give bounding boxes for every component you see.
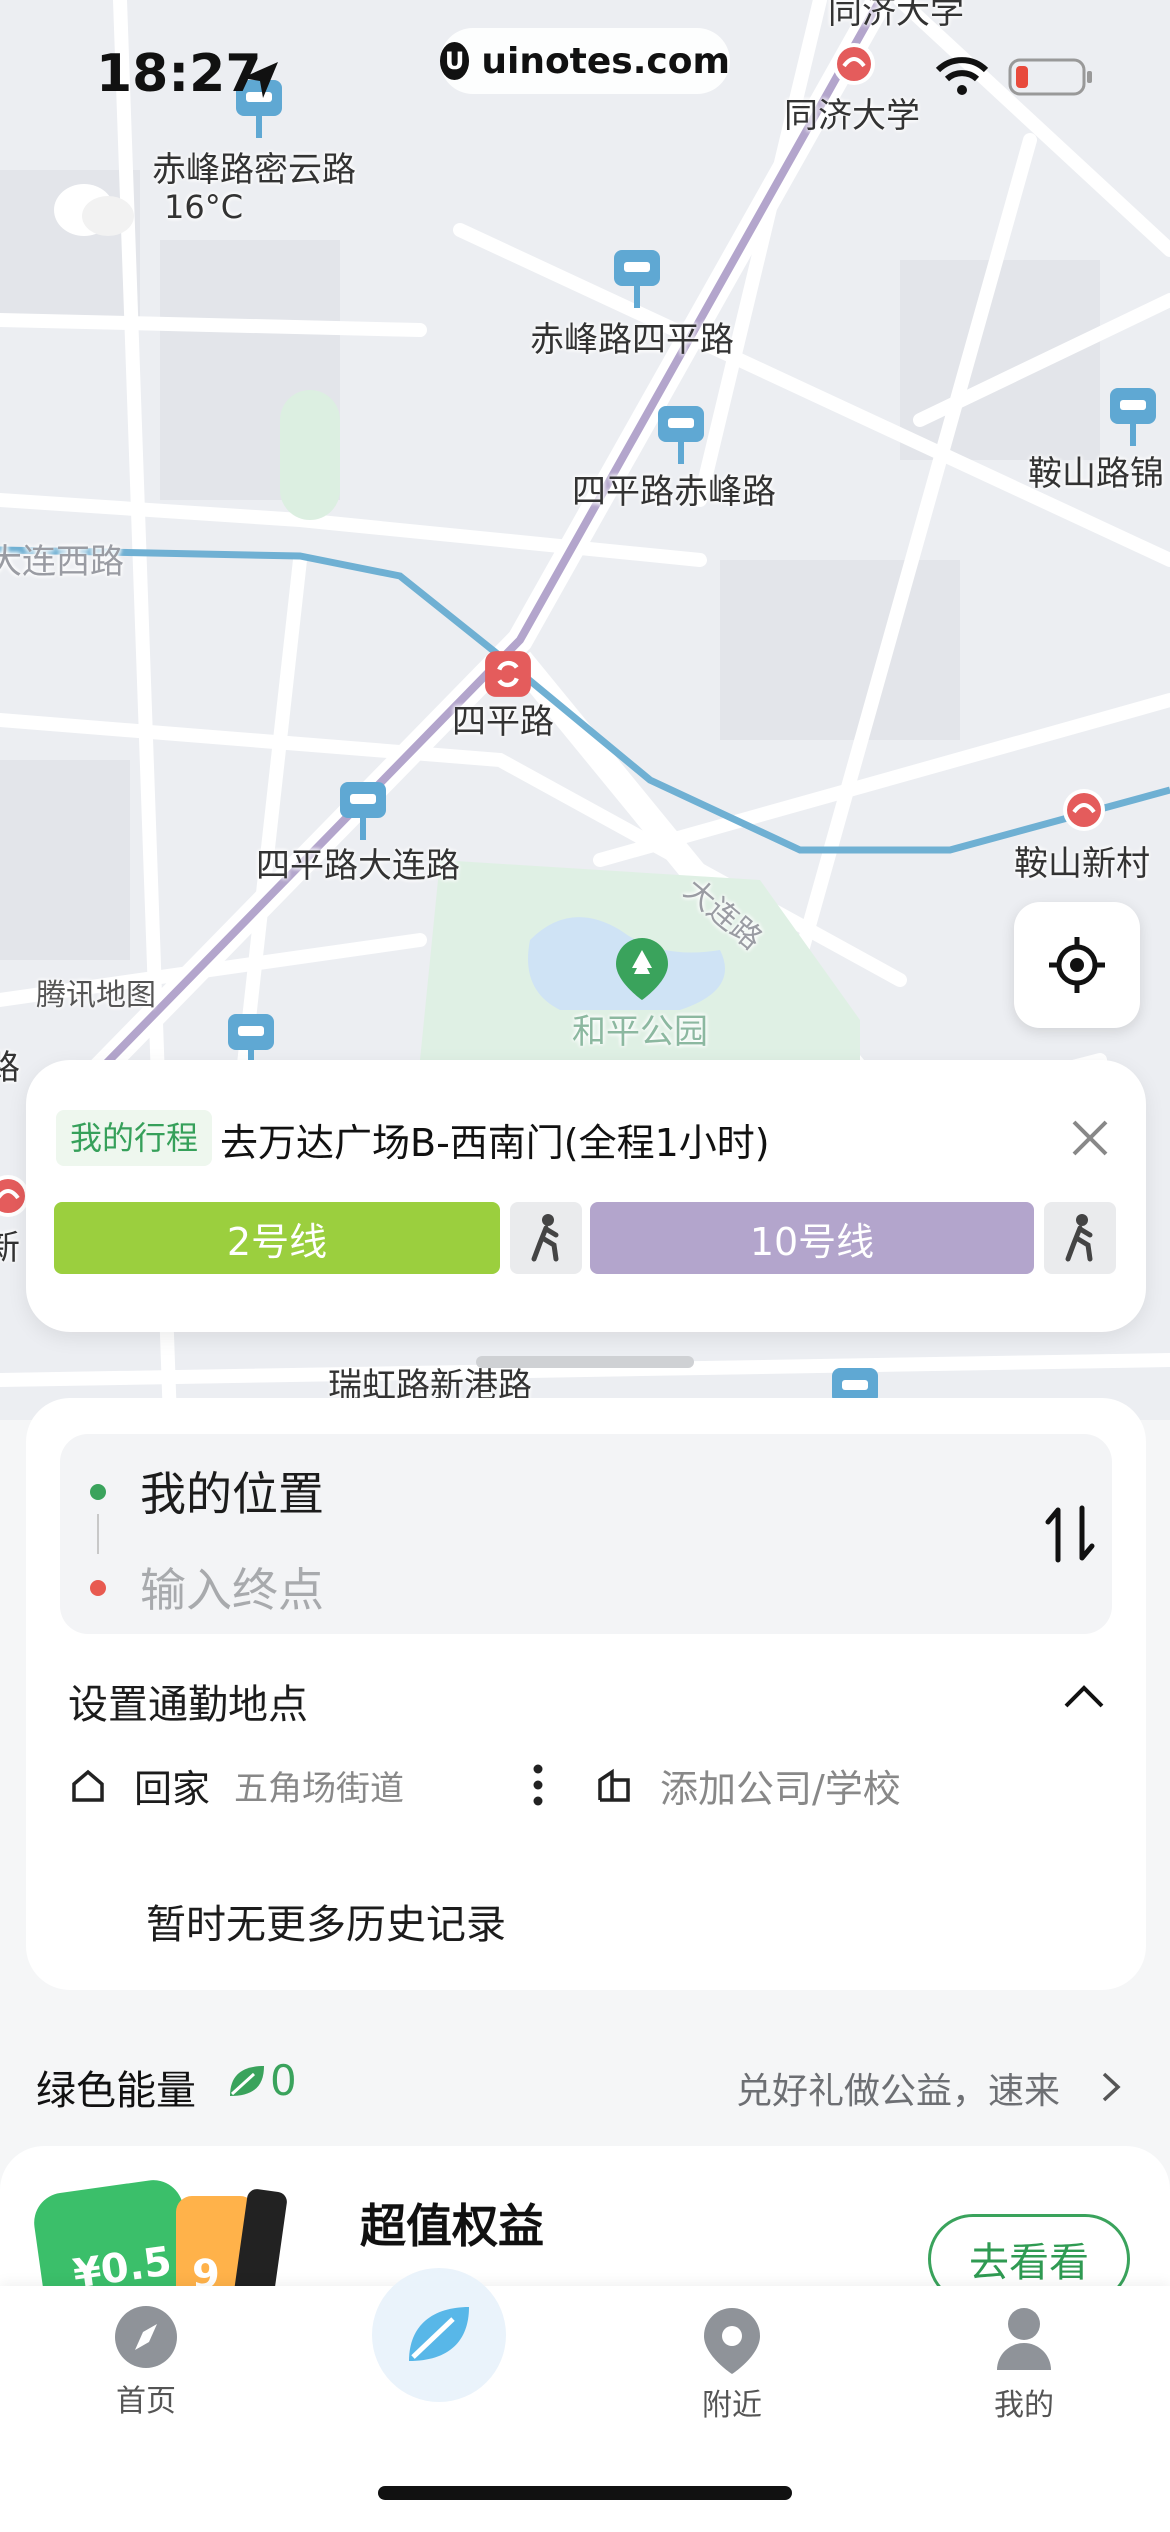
location-pin-icon xyxy=(704,2308,760,2374)
destination-input[interactable]: 输入终点 xyxy=(140,1554,324,1620)
home-address: 五角场街道 xyxy=(234,1769,405,1809)
trip-tag: 我的行程 xyxy=(56,1110,213,1166)
map-label: 新 xyxy=(0,1228,20,1268)
transfer-station-icon[interactable] xyxy=(484,650,532,698)
walk-icon xyxy=(1065,1214,1093,1262)
bus-stop-icon[interactable] xyxy=(338,780,388,842)
segment-line-2[interactable]: 2号线 xyxy=(54,1202,500,1274)
green-travel-button[interactable] xyxy=(372,2268,506,2402)
segment-line-10[interactable]: 10号线 xyxy=(590,1202,1034,1274)
location-arrow-icon xyxy=(242,62,278,98)
energy-count: 0 xyxy=(270,2056,297,2105)
energy-link[interactable]: 兑好礼做公益，速来 xyxy=(736,2062,1060,2114)
close-icon[interactable] xyxy=(1066,1114,1114,1162)
home-icon xyxy=(72,1769,104,1802)
history-empty: 暂时无更多历史记录 xyxy=(146,1902,506,1948)
chevron-up-icon[interactable] xyxy=(1062,1680,1106,1710)
more-icon[interactable] xyxy=(530,1762,546,1808)
drag-handle[interactable] xyxy=(476,1356,694,1368)
wifi-icon xyxy=(935,57,989,95)
work-label: 添加公司/学校 xyxy=(660,1767,901,1811)
watermark: Uuinotes.com xyxy=(440,28,730,94)
leaf-icon xyxy=(409,2307,469,2361)
map-label: 鞍山新村 xyxy=(1014,844,1150,884)
metro-station-icon[interactable] xyxy=(832,42,876,86)
weather-temp: 16°C xyxy=(164,188,244,226)
coupon-value: ¥0.5 xyxy=(70,2238,175,2286)
tab-mine[interactable]: 我的 xyxy=(944,2306,1104,2424)
tab-mine-label: 我的 xyxy=(994,2388,1054,2423)
origin-dot xyxy=(90,1484,106,1500)
swap-icon[interactable] xyxy=(1040,1502,1100,1566)
home-shortcut[interactable]: 回家 五角场街道 xyxy=(68,1758,404,1813)
walk-icon xyxy=(531,1214,559,1262)
promo-title: 超值权益 xyxy=(360,2199,544,2253)
commute-title: 设置通勤地点 xyxy=(68,1682,308,1728)
map-label: 路 xyxy=(0,1048,20,1088)
route-search-box: 我的位置 输入终点 xyxy=(60,1434,1112,1634)
tab-home[interactable]: 首页 xyxy=(66,2306,226,2420)
walk-segment xyxy=(510,1202,582,1274)
origin-field[interactable]: 我的位置 xyxy=(140,1458,324,1524)
search-panel: 我的位置 输入终点 设置通勤地点 回家 五角场街道 添加公司/学校 暂时无更多历… xyxy=(26,1398,1146,1990)
user-icon xyxy=(997,2308,1051,2370)
coupon-image: ¥0.5 xyxy=(30,2176,200,2286)
watermark-logo-icon: U xyxy=(440,42,470,80)
work-shortcut[interactable]: 添加公司/学校 xyxy=(594,1758,901,1813)
home-indicator[interactable] xyxy=(378,2486,792,2500)
map-label: 四平路大连路 xyxy=(256,846,460,886)
locate-button[interactable] xyxy=(1014,902,1140,1028)
destination-dot xyxy=(90,1580,106,1596)
tab-nearby[interactable]: 附近 xyxy=(652,2306,812,2424)
map-label: 四平路 xyxy=(452,702,554,742)
park-icon[interactable] xyxy=(612,936,672,1002)
bus-stop-icon[interactable] xyxy=(656,404,706,466)
cloud-icon xyxy=(54,184,134,236)
compass-icon xyxy=(115,2306,177,2368)
promo-view-button[interactable]: 去看看 xyxy=(928,2214,1130,2286)
green-energy-bar[interactable]: 绿色能量 0 兑好礼做公益，速来 xyxy=(0,2014,1170,2154)
promo-card[interactable]: ¥0.5 9 超值权益 去看看 xyxy=(0,2146,1170,2286)
tab-home-label: 首页 xyxy=(116,2384,176,2419)
chevron-right-icon xyxy=(1102,2072,1121,2102)
map-label: 同济大学 xyxy=(828,0,964,32)
trip-title: 去万达广场B-西南门(全程1小时) xyxy=(220,1121,770,1165)
route-connector xyxy=(97,1514,99,1554)
tab-nearby-label: 附近 xyxy=(702,2388,762,2423)
map-label: 赤峰路四平路 xyxy=(530,320,734,360)
road-label: 大连西路 xyxy=(0,542,124,582)
watermark-text: uinotes.com xyxy=(481,40,730,82)
map-label: 赤峰路密云路 xyxy=(152,150,356,190)
locate-icon xyxy=(1049,937,1105,993)
leaf-icon xyxy=(230,2066,264,2096)
metro-station-icon[interactable] xyxy=(1062,788,1106,832)
trip-card[interactable]: 我的行程 去万达广场B-西南门(全程1小时) 2号线 10号线 xyxy=(26,1060,1146,1332)
tencent-map-logo: 腾讯地图 xyxy=(36,978,156,1013)
map-label: 和平公园 xyxy=(572,1012,708,1052)
home-label: 回家 xyxy=(134,1767,211,1811)
battery-icon xyxy=(1008,58,1092,96)
bus-stop-icon[interactable] xyxy=(1108,386,1158,448)
office-icon xyxy=(598,1768,630,1802)
walk-segment xyxy=(1044,1202,1116,1274)
coupon-value-2: 9 xyxy=(192,2252,220,2286)
energy-title: 绿色能量 xyxy=(36,2068,196,2114)
map-label: 鞍山路锦 xyxy=(1028,454,1164,494)
map-label: 同济大学 xyxy=(784,96,920,136)
bus-stop-icon[interactable] xyxy=(612,248,662,310)
map-label: 四平路赤峰路 xyxy=(572,472,776,512)
